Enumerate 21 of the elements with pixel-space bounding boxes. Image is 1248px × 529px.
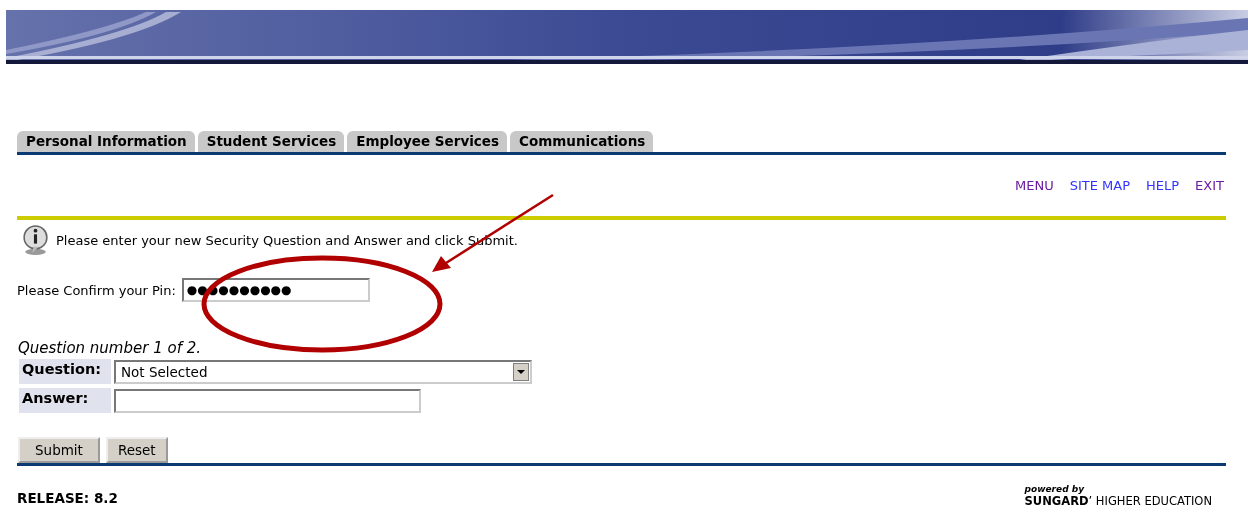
answer-field[interactable] [114,388,421,413]
vendor-logo: SUNGARD’ HIGHER EDUCATION [1024,494,1212,508]
nav-link[interactable]: HELP [1146,178,1180,194]
question-heading: Question number 1 of 2. [18,339,203,357]
tab[interactable]: Communications [510,131,654,152]
question-label: Question: [19,359,111,384]
pin-label: Please Confirm your Pin: [17,282,176,298]
tab[interactable]: Student Services [197,131,345,152]
nav-link[interactable]: SITE MAP [1069,178,1130,194]
tab[interactable]: Personal Information [17,131,195,152]
nav-link[interactable]: EXIT [1195,178,1224,194]
powered-by-text: powered by [1024,484,1086,494]
question-dropdown[interactable]: Not Selected [114,359,532,384]
release-label: RELEASE: 8.2 [17,490,118,508]
tab[interactable]: Employee Services [347,131,507,152]
form-button[interactable]: Submit [18,437,100,463]
answer-label: Answer: [19,388,111,413]
nav-link[interactable]: MENU [1015,178,1054,194]
caret-icon [513,362,529,381]
form-button[interactable]: Reset [105,437,168,463]
info-icon [20,225,51,256]
